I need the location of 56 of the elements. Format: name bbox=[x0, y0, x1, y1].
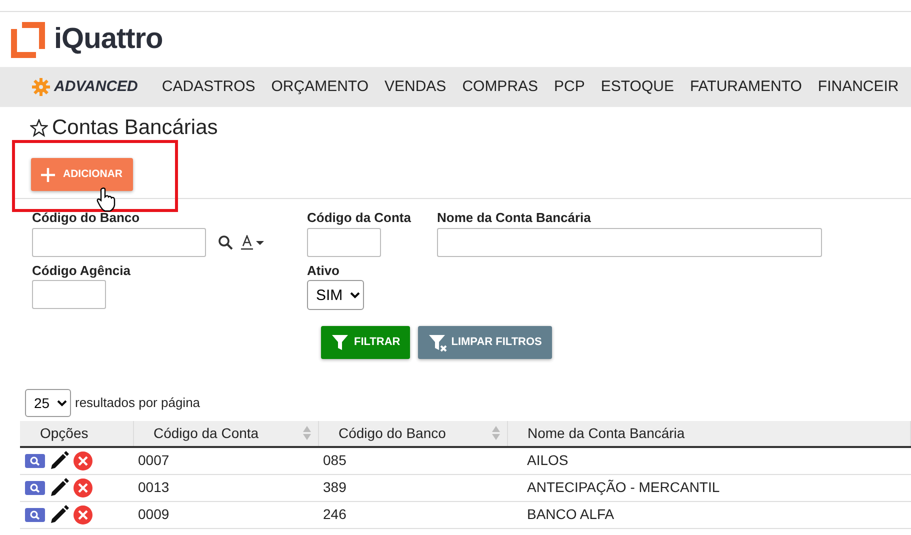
nav-link[interactable]: ORÇAMENTO bbox=[271, 76, 368, 98]
nav-link[interactable]: FATURAMENTO bbox=[690, 76, 802, 98]
table-cell: 0013 bbox=[133, 474, 318, 501]
pencil-icon[interactable] bbox=[49, 478, 69, 498]
page-size-label: resultados por página bbox=[75, 394, 200, 412]
filter-icon bbox=[331, 333, 350, 352]
search-icon[interactable] bbox=[218, 234, 233, 250]
delete-icon[interactable] bbox=[73, 478, 93, 498]
table-cell: 0007 bbox=[133, 447, 318, 474]
nav-link[interactable]: VENDAS bbox=[384, 76, 446, 98]
column-header[interactable]: Código da Conta bbox=[133, 421, 318, 447]
field-label: Nome da Conta Bancária bbox=[437, 209, 592, 227]
gear-icon bbox=[32, 78, 50, 96]
column-header[interactable]: Código do Banco bbox=[318, 421, 507, 447]
table-cell: BANCO ALFA bbox=[507, 501, 910, 528]
view-icon[interactable] bbox=[25, 480, 45, 494]
column-header[interactable]: Nome da Conta Bancária bbox=[507, 421, 910, 447]
nav-link[interactable]: PCP bbox=[554, 76, 585, 98]
pencil-icon[interactable] bbox=[49, 504, 69, 524]
text-format-icon[interactable] bbox=[241, 234, 265, 250]
pencil-icon[interactable] bbox=[49, 450, 69, 471]
hand-cursor-icon bbox=[96, 187, 116, 212]
delete-icon[interactable] bbox=[73, 450, 93, 471]
input-field[interactable] bbox=[437, 228, 822, 256]
table-cell: 085 bbox=[318, 447, 507, 474]
brand-text: ADVANCED bbox=[54, 76, 138, 97]
delete-icon[interactable] bbox=[73, 504, 93, 524]
logo-text: iQuattro bbox=[54, 22, 163, 57]
table-cell: 389 bbox=[318, 474, 507, 501]
select-field[interactable]: SIM bbox=[307, 280, 364, 310]
plus-icon bbox=[41, 168, 55, 182]
clear-filters-button[interactable]: LIMPAR FILTROS bbox=[418, 326, 552, 359]
view-icon[interactable] bbox=[25, 454, 45, 468]
star-icon[interactable] bbox=[30, 118, 48, 136]
table-cell: 0009 bbox=[133, 501, 318, 528]
clear-filter-icon bbox=[428, 333, 448, 352]
input-field[interactable] bbox=[32, 280, 106, 309]
table-cell: 246 bbox=[318, 501, 507, 528]
nav-link[interactable]: CADASTROS bbox=[162, 76, 256, 98]
nav-link[interactable]: FINANCEIR bbox=[818, 76, 899, 98]
view-icon[interactable] bbox=[25, 508, 45, 522]
table-cell: ANTECIPAÇÃO - MERCANTIL bbox=[507, 474, 910, 501]
column-header[interactable]: Opções bbox=[20, 421, 133, 447]
page-size-select[interactable]: 25 bbox=[25, 389, 71, 417]
field-label: Código do Banco bbox=[32, 209, 141, 227]
field-label: Código da Conta bbox=[307, 209, 412, 227]
table-cell: AILOS bbox=[507, 447, 910, 474]
input-field[interactable] bbox=[307, 228, 381, 256]
nav-link[interactable]: ESTOQUE bbox=[600, 76, 674, 98]
input-field[interactable] bbox=[32, 228, 206, 256]
logo-icon bbox=[10, 20, 46, 58]
field-label: Ativo bbox=[307, 262, 340, 280]
nav-link[interactable]: COMPRAS bbox=[462, 76, 538, 98]
filter-button[interactable]: FILTRAR bbox=[321, 326, 410, 359]
field-label: Código Agência bbox=[32, 262, 132, 280]
page-title: Contas Bancárias bbox=[52, 117, 218, 138]
